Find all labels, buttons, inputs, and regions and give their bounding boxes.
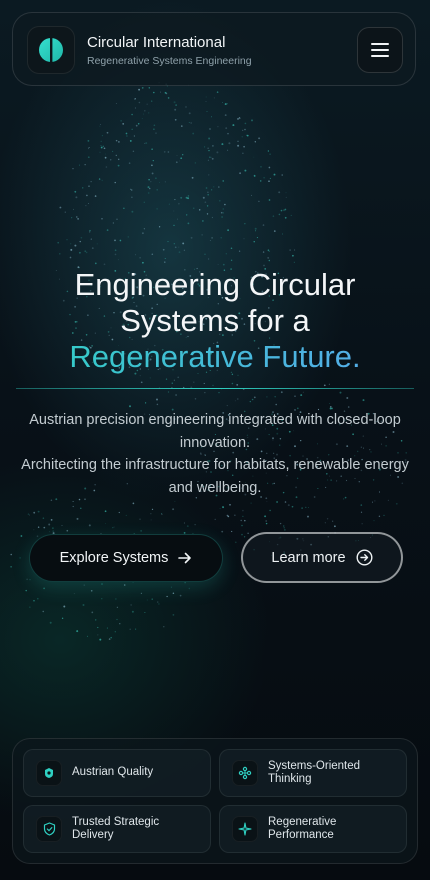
hero-title-line1: Engineering Circular	[74, 267, 356, 302]
menu-button[interactable]	[357, 27, 403, 73]
circle-arrow-right-icon	[356, 549, 373, 566]
feature-regenerative-performance: Regenerative Performance	[219, 805, 407, 853]
hero-description-p2: Architecting the infrastructure for habi…	[21, 457, 409, 496]
feature-systems-oriented-thinking: Systems-Oriented Thinking	[219, 749, 407, 797]
brand-title: Circular International	[87, 34, 226, 51]
hero-title-accent: Regenerative Future.	[0, 339, 430, 375]
learn-more-button[interactable]: Learn more	[241, 532, 403, 583]
half-circle-logo-icon	[39, 37, 63, 63]
logo[interactable]	[27, 26, 75, 74]
feature-label: Regenerative Performance	[268, 815, 337, 842]
site-header: Circular International Regenerative Syst…	[12, 12, 416, 86]
network-icon	[232, 760, 258, 786]
brand-subtitle: Regenerative Systems Engineering	[87, 55, 252, 67]
feature-label: Austrian Quality	[72, 766, 154, 779]
features-panel: Austrian Quality Systems-Oriented Thinki…	[12, 738, 418, 864]
feature-label: Trusted Strategic Delivery	[72, 815, 160, 842]
hamburger-menu-icon	[371, 43, 389, 57]
feature-trusted-strategic-delivery: Trusted Strategic Delivery	[23, 805, 211, 853]
hero-title: Engineering Circular Systems for a Regen…	[0, 267, 430, 375]
arrow-right-icon	[178, 552, 192, 564]
hero-divider	[16, 388, 414, 389]
explore-systems-label: Explore Systems	[59, 550, 169, 566]
hero-description-p1: Austrian precision engineering integrate…	[29, 412, 401, 451]
explore-systems-button[interactable]: Explore Systems	[29, 534, 223, 582]
feature-austrian-quality: Austrian Quality	[23, 749, 211, 797]
badge-icon	[36, 760, 62, 786]
learn-more-label: Learn more	[271, 549, 346, 566]
shield-check-icon	[36, 816, 62, 842]
sparkle-icon	[232, 816, 258, 842]
feature-label: Systems-Oriented Thinking	[268, 759, 361, 786]
hero-title-line2: Systems for a	[120, 303, 310, 338]
hero-description: Austrian precision engineering integrate…	[12, 409, 418, 499]
